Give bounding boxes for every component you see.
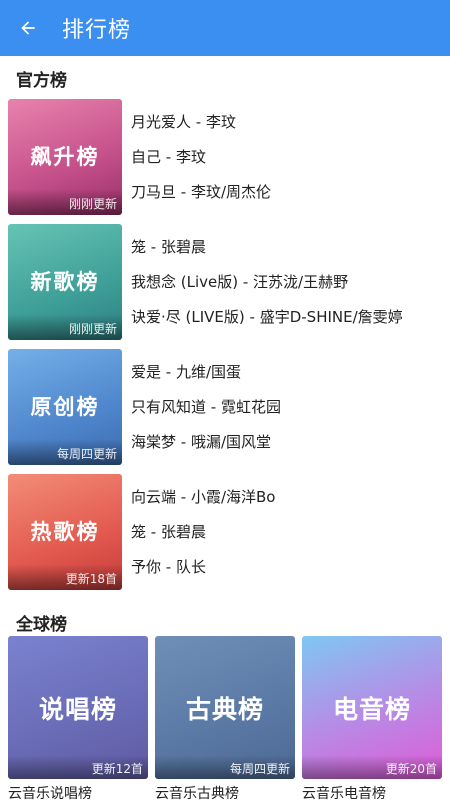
arrow-left-icon [21, 21, 35, 35]
chart-cover[interactable]: 新歌榜 刚刚更新 [8, 224, 122, 340]
song-item[interactable]: 海棠梦 - 哦漏/国风堂 [131, 430, 281, 465]
chart-row-soaring[interactable]: 飙升榜 刚刚更新 月光爱人 - 李玟 自己 - 李玟 刀马旦 - 李玟/周杰伦 [0, 96, 450, 221]
song-item[interactable]: 月光爱人 - 李玟 [131, 110, 271, 145]
chart-cover-name: 古典榜 [185, 694, 264, 724]
chart-row-original[interactable]: 原创榜 每周四更新 爱是 - 九维/国蛋 只有风知道 - 霓虹花园 海棠梦 - … [0, 346, 450, 471]
chart-cover-name: 原创榜 [30, 395, 100, 419]
app-bar: 排行榜 [0, 0, 450, 56]
chart-cover[interactable]: 电音榜 更新20首 [302, 636, 442, 779]
chart-update-status: 每周四更新 [229, 762, 290, 776]
song-item[interactable]: 刀马旦 - 李玟/周杰伦 [131, 180, 271, 215]
song-item[interactable]: 诀爱·尽 (LIVE版) - 盛宇D-SHINE/詹雯婷 [131, 305, 403, 340]
chart-row-new-songs[interactable]: 新歌榜 刚刚更新 笼 - 张碧晨 我想念 (Live版) - 汪苏泷/王赫野 诀… [0, 221, 450, 346]
song-item[interactable]: 笼 - 张碧晨 [131, 520, 275, 555]
chart-cover[interactable]: 说唱榜 更新12首 [8, 636, 148, 779]
chart-song-list: 向云端 - 小霞/海洋Bo 笼 - 张碧晨 予你 - 队长 [131, 485, 275, 590]
chart-cover-name: 热歌榜 [30, 520, 100, 544]
song-item[interactable]: 向云端 - 小霞/海洋Bo [131, 485, 275, 520]
chart-song-list: 笼 - 张碧晨 我想念 (Live版) - 汪苏泷/王赫野 诀爱·尽 (LIVE… [131, 235, 403, 340]
song-item[interactable]: 自己 - 李玟 [131, 145, 271, 180]
page-title: 排行榜 [62, 18, 132, 43]
song-item[interactable]: 我想念 (Live版) - 汪苏泷/王赫野 [131, 270, 403, 305]
song-item[interactable]: 爱是 - 九维/国蛋 [131, 360, 281, 395]
global-chart-electronic[interactable]: 电音榜 更新20首 云音乐电音榜 [302, 636, 442, 800]
chart-update-status: 每周四更新 [56, 447, 117, 461]
song-item[interactable]: 予你 - 队长 [131, 555, 275, 590]
chart-cover[interactable]: 飙升榜 刚刚更新 [8, 99, 122, 215]
global-chart-rap[interactable]: 说唱榜 更新12首 云音乐说唱榜 [8, 636, 148, 800]
song-item[interactable]: 笼 - 张碧晨 [131, 235, 403, 270]
chart-update-status: 刚刚更新 [68, 322, 117, 336]
chart-update-status: 刚刚更新 [68, 197, 117, 211]
chart-update-status: 更新20首 [385, 762, 437, 776]
chart-caption: 云音乐说唱榜 [8, 786, 92, 800]
chart-song-list: 月光爱人 - 李玟 自己 - 李玟 刀马旦 - 李玟/周杰伦 [131, 110, 271, 215]
global-chart-classical[interactable]: 古典榜 每周四更新 云音乐古典榜 [155, 636, 295, 800]
section-title-global: 全球榜 [16, 615, 67, 635]
chart-cover[interactable]: 原创榜 每周四更新 [8, 349, 122, 465]
back-button[interactable] [0, 0, 56, 56]
chart-update-status: 更新12首 [91, 762, 143, 776]
chart-song-list: 爱是 - 九维/国蛋 只有风知道 - 霓虹花园 海棠梦 - 哦漏/国风堂 [131, 360, 281, 465]
chart-cover-name: 飙升榜 [30, 145, 100, 169]
section-title-official: 官方榜 [16, 71, 67, 91]
chart-cover-name: 电音榜 [332, 694, 411, 724]
chart-cover-name: 说唱榜 [38, 694, 117, 724]
chart-caption: 云音乐古典榜 [155, 786, 239, 800]
chart-update-status: 更新18首 [65, 572, 117, 586]
chart-cover[interactable]: 热歌榜 更新18首 [8, 474, 122, 590]
song-item[interactable]: 只有风知道 - 霓虹花园 [131, 395, 281, 430]
chart-row-hot[interactable]: 热歌榜 更新18首 向云端 - 小霞/海洋Bo 笼 - 张碧晨 予你 - 队长 [0, 471, 450, 596]
official-chart-list: 飙升榜 刚刚更新 月光爱人 - 李玟 自己 - 李玟 刀马旦 - 李玟/周杰伦 … [0, 96, 450, 596]
chart-cover[interactable]: 古典榜 每周四更新 [155, 636, 295, 779]
chart-caption: 云音乐电音榜 [302, 786, 386, 800]
chart-cover-name: 新歌榜 [30, 270, 100, 294]
